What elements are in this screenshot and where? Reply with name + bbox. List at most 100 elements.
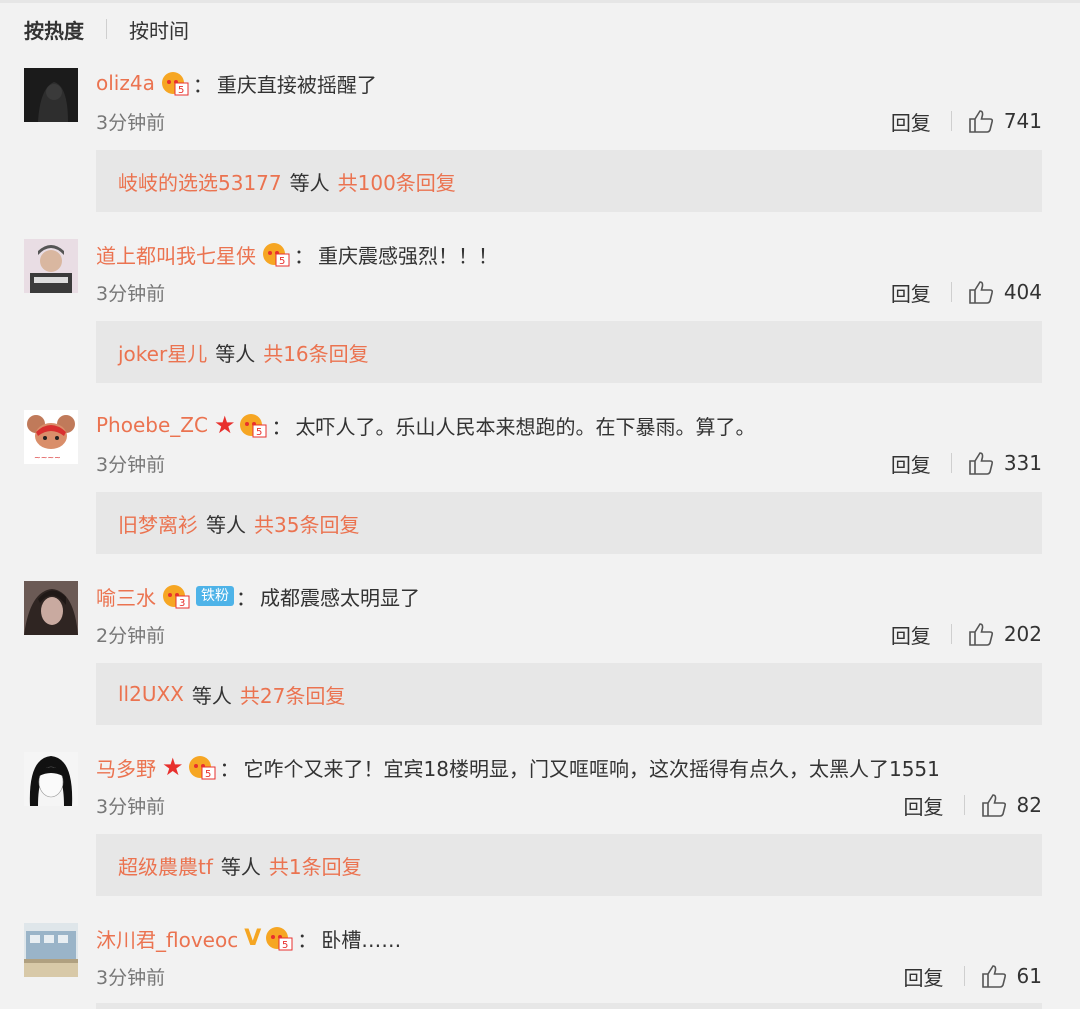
colon: ： — [271, 414, 292, 439]
reply-button[interactable]: 回复 — [891, 449, 931, 478]
sort-divider — [106, 19, 107, 39]
username[interactable]: 喻三水 — [96, 582, 156, 611]
like-count: 82 — [1016, 793, 1042, 817]
username[interactable]: 道上都叫我七星侠 — [96, 240, 256, 269]
sub-reply-etc: 等人 — [289, 170, 330, 195]
sort-by-hot-tab[interactable]: 按热度 — [24, 15, 84, 44]
vip-level-icon[interactable]: 5 — [262, 241, 290, 267]
vip-level-icon[interactable]: 5 — [161, 70, 189, 96]
reply-button[interactable]: 回复 — [891, 620, 931, 649]
comment-item: oliz4a 5 ： 重庆直接被摇醒了 3分钟前 回复 741 岐岐的选选531… — [0, 66, 1080, 237]
like-count: 741 — [1003, 109, 1042, 133]
sub-reply-count[interactable]: 共1条回复 — [269, 851, 362, 880]
thumbs-up-icon — [981, 794, 1006, 817]
sub-reply-count[interactable]: 共100条回复 — [338, 167, 456, 196]
star-icon[interactable]: ★ — [162, 755, 184, 779]
sub-reply-user[interactable]: joker星儿 — [118, 338, 207, 367]
sort-tabs: 按热度 按时间 — [24, 14, 189, 44]
like-button[interactable]: 741 — [968, 109, 1042, 133]
sub-replies-box[interactable]: 超级農農tf 等人 共1条回复 — [96, 834, 1042, 896]
sub-replies-box[interactable]: joker星儿 等人 共16条回复 — [96, 321, 1042, 383]
like-count: 404 — [1003, 280, 1042, 304]
like-button[interactable]: 404 — [968, 280, 1042, 304]
action-divider — [950, 111, 952, 131]
colon: ： — [297, 927, 318, 952]
comment-time: 2分钟前 — [96, 625, 166, 647]
like-button[interactable]: 202 — [968, 622, 1042, 646]
like-count: 331 — [1003, 451, 1042, 475]
vip-level-icon[interactable]: 5 — [239, 412, 267, 438]
avatar[interactable] — [24, 923, 78, 977]
sub-reply-user[interactable]: 超级農農tf — [118, 851, 213, 880]
like-button[interactable]: 331 — [968, 451, 1042, 475]
reply-button[interactable]: 回复 — [904, 962, 944, 991]
comment-item: 马多野 ★ 5 ： 它咋个又来了！宜宾18楼明显，门又哐哐响，这次摇得有点久，太… — [0, 750, 1080, 921]
comment-text: 重庆直接被摇醒了 — [216, 72, 377, 97]
colon: ： — [294, 243, 314, 268]
svg-text:~~~~: ~~~~ — [34, 453, 61, 462]
like-button[interactable]: 61 — [981, 964, 1042, 988]
avatar[interactable] — [24, 68, 78, 122]
avatar[interactable]: ~~~~ — [24, 410, 78, 464]
comment-text: 它咋个又来了！宜宾18楼明显，门又哐哐响，这次摇得有点久，太黑人了1551 — [243, 756, 940, 781]
username[interactable]: 马多野 — [96, 753, 156, 782]
sub-replies-box[interactable]: 岐岐的选选53177 等人 共100条回复 — [96, 150, 1042, 212]
sub-reply-user[interactable]: ll2UXX — [118, 682, 184, 706]
avatar[interactable] — [24, 239, 78, 293]
username[interactable]: oliz4a — [96, 71, 155, 95]
comment-item: ~~~~ Phoebe_ZC ★ 5 ： 太吓人了。乐山人民本来想跑的。在下暴雨… — [0, 408, 1080, 579]
avatar[interactable] — [24, 581, 78, 635]
star-icon[interactable]: ★ — [214, 413, 236, 437]
svg-text:5: 5 — [256, 427, 262, 438]
vip-level-icon[interactable]: 5 — [188, 754, 216, 780]
sub-replies-box[interactable]: ll2UXX 等人 共27条回复 — [96, 663, 1042, 725]
sub-reply-count[interactable]: 共27条回复 — [240, 680, 345, 709]
thumbs-up-icon — [969, 623, 993, 646]
svg-text:5: 5 — [282, 940, 288, 951]
sub-reply-count[interactable]: 共16条回复 — [263, 338, 368, 367]
like-count: 202 — [1003, 622, 1042, 646]
avatar[interactable] — [24, 752, 78, 806]
sub-reply-user[interactable]: 旧梦离衫 — [118, 509, 198, 538]
vip-level-icon[interactable]: 5 — [265, 925, 293, 951]
comment-time: 3分钟前 — [96, 454, 166, 476]
svg-text:5: 5 — [279, 256, 285, 267]
sub-reply-etc: 等人 — [220, 854, 261, 879]
thumbs-up-icon — [981, 965, 1006, 988]
sub-reply-etc: 等人 — [215, 341, 256, 366]
sub-reply-etc: 等人 — [206, 512, 246, 537]
like-count: 61 — [1016, 964, 1042, 988]
sub-replies-box-partial — [96, 1003, 1042, 1009]
v-verified-icon[interactable]: V — [244, 926, 261, 951]
colon: ： — [236, 585, 256, 610]
svg-text:3: 3 — [179, 598, 185, 609]
comment-time: 3分钟前 — [96, 283, 166, 305]
sort-by-time-tab[interactable]: 按时间 — [129, 15, 189, 44]
vip-level-icon[interactable]: 3 — [162, 583, 190, 609]
username[interactable]: 沐川君_floveoc — [96, 924, 238, 953]
sub-reply-user[interactable]: 岐岐的选选53177 — [118, 167, 282, 196]
sub-reply-count[interactable]: 共35条回复 — [254, 509, 359, 538]
comment-time: 3分钟前 — [96, 112, 166, 134]
reply-button[interactable]: 回复 — [891, 278, 931, 307]
like-button[interactable]: 82 — [981, 793, 1042, 817]
comment-time: 3分钟前 — [96, 796, 166, 818]
comment-text: 重庆震感强烈！！！ — [318, 243, 498, 268]
colon: ： — [192, 72, 213, 97]
comment-item: 沐川君_floveoc V 5 ： 卧槽…… 3分钟前 回复 61 — [0, 921, 1080, 1009]
thumbs-up-icon — [969, 281, 993, 304]
comment-text: 太吓人了。乐山人民本来想跑的。在下暴雨。算了。 — [295, 414, 756, 439]
action-divider — [963, 795, 965, 815]
colon: ： — [219, 756, 240, 781]
svg-text:5: 5 — [205, 769, 211, 780]
thumbs-up-icon — [969, 452, 993, 475]
action-divider — [950, 624, 952, 644]
reply-button[interactable]: 回复 — [891, 107, 931, 136]
fan-badge[interactable]: 铁粉 — [196, 586, 234, 606]
comment-text: 卧槽…… — [321, 927, 402, 952]
reply-button[interactable]: 回复 — [904, 791, 944, 820]
comment-item: 喻三水 3 铁粉 ： 成都震感太明显了 2分钟前 回复 202 ll2UXX 等… — [0, 579, 1080, 750]
comment-time: 3分钟前 — [96, 967, 166, 989]
username[interactable]: Phoebe_ZC — [96, 413, 208, 437]
sub-replies-box[interactable]: 旧梦离衫 等人 共35条回复 — [96, 492, 1042, 554]
